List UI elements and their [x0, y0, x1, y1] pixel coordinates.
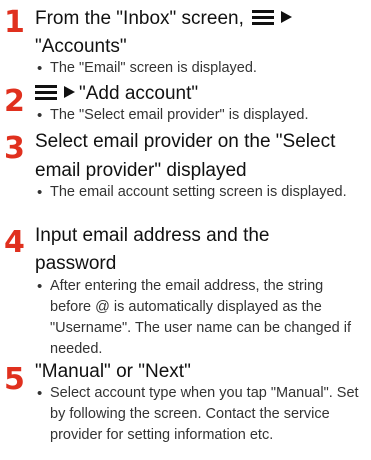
menu-icon [252, 10, 275, 25]
bullet-dot: • [37, 184, 43, 201]
step-title-text: From the "Inbox" screen, [35, 8, 244, 29]
step-title-line2: email provider" displayed [35, 160, 247, 181]
step-title: "Manual" or "Next" [35, 361, 191, 382]
bullet-text: The "Email" screen is displayed. [50, 60, 257, 76]
step-title: "Add account" [35, 79, 198, 108]
step-number: 3 [4, 131, 25, 166]
step-title-text: "Add account" [79, 83, 199, 104]
step-number: 4 [4, 225, 25, 260]
bullet-text: Select account type when you tap "Manual… [50, 385, 359, 443]
step-title-line2: password [35, 253, 117, 274]
bullet-dot: • [37, 385, 43, 402]
step-title: From the "Inbox" screen, [35, 4, 296, 33]
arrow-right-icon [281, 11, 293, 24]
bullet-text: The email account setting screen is disp… [50, 184, 347, 200]
bullet-text: After entering the email address, the st… [50, 278, 352, 357]
step-title-line1: Input email address and the [35, 225, 270, 246]
arrow-right-icon [64, 86, 75, 99]
step-title-line1: Select email provider on the "Select [35, 131, 336, 152]
bullet-dot: • [37, 107, 43, 124]
bullet-dot: • [37, 60, 43, 77]
step-number: 1 [4, 5, 25, 40]
bullet-text: The "Select email provider" is displayed… [50, 107, 309, 123]
step-title-line2: "Accounts" [35, 36, 127, 57]
menu-icon [35, 85, 57, 100]
step-number: 2 [4, 84, 25, 119]
step-number: 5 [4, 362, 25, 397]
bullet-dot: • [37, 278, 43, 295]
